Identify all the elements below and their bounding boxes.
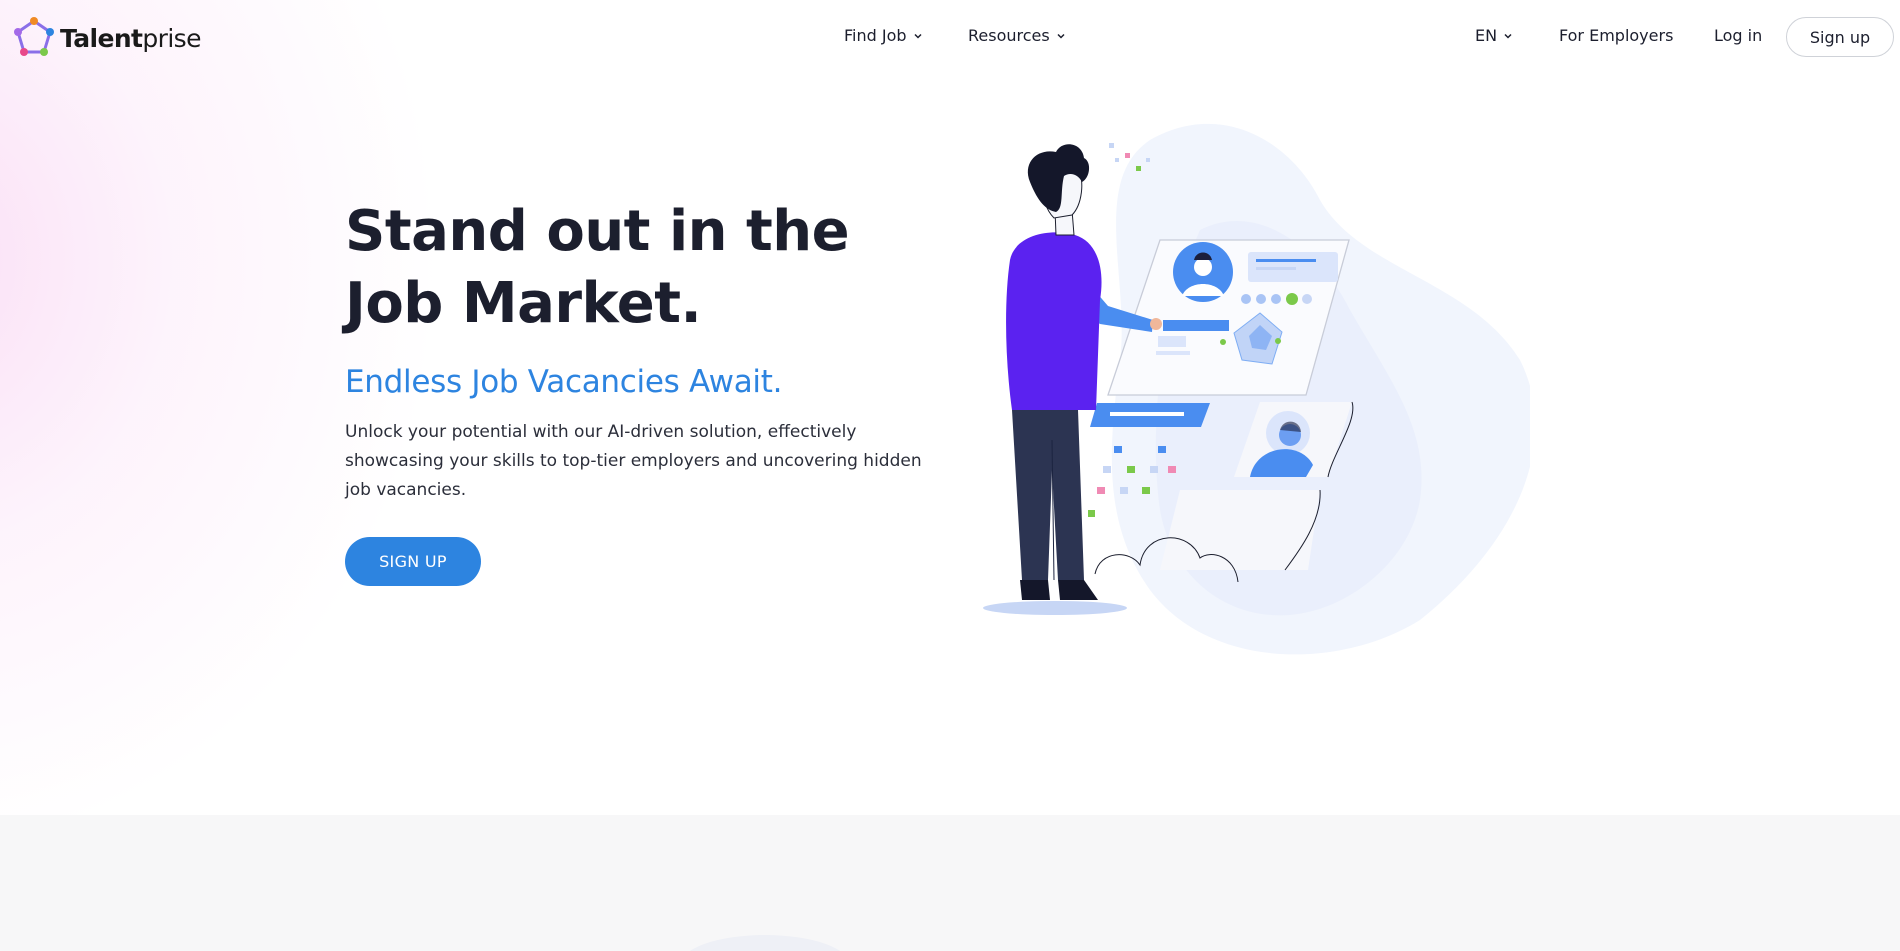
language-selector[interactable]: EN [1475,26,1513,45]
chevron-down-icon [1504,33,1512,39]
hero-title: Stand out in the Job Market. [345,196,905,340]
signup-button[interactable]: Sign up [1786,17,1894,57]
nav-resources-label: Resources [968,26,1050,45]
hero-description: Unlock your potential with our AI-driven… [345,422,922,500]
hero-subtitle: Endless Job Vacancies Await. [345,364,783,400]
language-label: EN [1475,26,1498,45]
chevron-down-icon [1057,33,1065,39]
for-employers-link[interactable]: For Employers [1559,26,1673,45]
landing-page: Talentprise Find Job Resources EN For Em… [0,0,1900,951]
hero-title-line-2: Job Market. [345,271,702,336]
pentagon-logo-icon [14,17,54,56]
logo[interactable]: Talentprise [12,16,201,60]
nav-find-job-label: Find Job [844,26,907,45]
hero-signup-button[interactable]: SIGN UP [345,537,481,586]
hero-title-line-1: Stand out in the [345,199,850,264]
site-header: Talentprise Find Job Resources EN For Em… [0,0,1900,74]
chevron-down-icon [914,33,922,39]
nav-find-job[interactable]: Find Job [844,26,923,45]
next-section-band [0,815,1900,951]
login-link[interactable]: Log in [1714,26,1762,45]
logo-text: Talentprise [60,23,201,53]
nav-resources[interactable]: Resources [968,26,1066,45]
person-with-profile-cards-illustration [983,124,1530,655]
hero-background [0,0,1900,815]
